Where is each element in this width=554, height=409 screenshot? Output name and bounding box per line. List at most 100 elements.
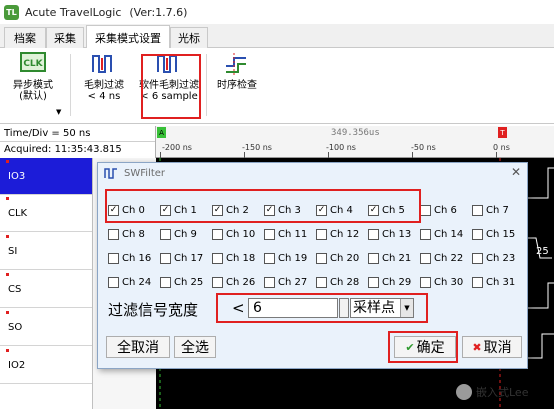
channel-checkbox[interactable]: Ch 6 (420, 204, 457, 217)
channel-checkbox[interactable]: Ch 12 (316, 228, 359, 241)
signal-row[interactable]: IO2 (0, 347, 92, 384)
checkbox-box[interactable] (316, 253, 327, 264)
channel-label: Ch 10 (226, 229, 256, 240)
glitch-filter-button[interactable]: 毛刺过滤 < 4 ns (76, 52, 132, 102)
tab-archive[interactable]: 档案 (4, 27, 46, 48)
async-mode-label: 异步模式 (13, 80, 53, 91)
channel-checkbox[interactable]: Ch 22 (420, 252, 463, 265)
filter-width-label: 过滤信号宽度 (108, 301, 199, 319)
signal-row[interactable]: CS (0, 271, 92, 308)
channel-checkbox[interactable]: Ch 7 (472, 204, 509, 217)
checkbox-box[interactable] (368, 277, 379, 288)
channel-checkbox[interactable]: Ch 20 (316, 252, 359, 265)
checkbox-box[interactable] (212, 277, 223, 288)
tab-cursor[interactable]: 光标 (170, 27, 208, 48)
channel-checkbox[interactable]: Ch 31 (472, 276, 515, 289)
checkbox-box[interactable] (472, 253, 483, 264)
channel-label: Ch 9 (174, 229, 197, 240)
checkbox-box[interactable] (264, 277, 275, 288)
checkbox-box[interactable] (368, 229, 379, 240)
channel-label: Ch 21 (382, 253, 412, 264)
channel-checkbox[interactable]: Ch 8 (108, 228, 145, 241)
channel-checkbox[interactable]: Ch 10 (212, 228, 255, 241)
channel-label: Ch 15 (486, 229, 516, 240)
channel-checkbox[interactable]: Ch 16 (108, 252, 151, 265)
channel-checkbox[interactable]: Ch 9 (160, 228, 197, 241)
channel-checkbox[interactable]: Ch 24 (108, 276, 151, 289)
checkbox-box[interactable] (316, 229, 327, 240)
waveform-value: 25 (536, 246, 549, 257)
checkbox-box[interactable] (160, 277, 171, 288)
swfilter-dialog: SWFilter ✕ ✓ Ch 0 ✓ Ch 1 ✓ Ch 2 ✓ Ch 3 ✓ Ch 4 ✓ Ch … (97, 162, 528, 369)
dialog-title: SWFilter (124, 167, 166, 179)
checkbox-box[interactable] (212, 229, 223, 240)
close-icon: ✖ (472, 340, 482, 354)
channel-checkbox[interactable]: Ch 13 (368, 228, 411, 241)
channel-label: Ch 16 (122, 253, 152, 264)
channel-checkbox[interactable]: Ch 29 (368, 276, 411, 289)
checkbox-box[interactable] (472, 229, 483, 240)
checkbox-box[interactable] (108, 253, 119, 264)
channel-checkbox[interactable]: Ch 11 (264, 228, 307, 241)
checkbox-box[interactable] (108, 277, 119, 288)
deselect-all-button[interactable]: 全取消 (106, 336, 170, 358)
checkbox-box[interactable] (472, 277, 483, 288)
checkbox-box[interactable] (316, 277, 327, 288)
checkbox-box[interactable] (212, 253, 223, 264)
glitch-filter-sub-label: < 4 ns (87, 91, 121, 102)
async-mode-sub-label: (默认) (19, 91, 47, 102)
timing-check-icon (226, 53, 246, 75)
async-mode-dropdown-icon[interactable]: ▼ (56, 108, 61, 116)
checkbox-box[interactable] (160, 253, 171, 264)
signal-row[interactable]: CLK (0, 195, 92, 232)
channel-checkbox[interactable]: Ch 18 (212, 252, 255, 265)
measurement-readout: 349.356us (331, 128, 380, 138)
channel-label: Ch 31 (486, 277, 516, 288)
tab-capture[interactable]: 采集 (46, 27, 84, 48)
channel-label: Ch 17 (174, 253, 204, 264)
ribbon-tabs: 档案 采集 采集模式设置 光标 (0, 24, 554, 49)
signal-row[interactable]: SO (0, 309, 92, 346)
channel-checkbox[interactable]: Ch 19 (264, 252, 307, 265)
timing-check-button[interactable]: 时序检查 (212, 52, 262, 91)
time-div-value: Time/Div = 50 ns (0, 126, 155, 142)
checkbox-box[interactable] (420, 253, 431, 264)
marker-a[interactable]: A (157, 127, 166, 138)
signal-row[interactable]: SI (0, 233, 92, 270)
channel-checkbox[interactable]: Ch 21 (368, 252, 411, 265)
checkbox-box[interactable] (108, 229, 119, 240)
channel-checkbox[interactable]: Ch 25 (160, 276, 203, 289)
cancel-button[interactable]: ✖ 取消 (462, 336, 522, 358)
checkbox-box[interactable] (420, 277, 431, 288)
checkbox-box[interactable] (420, 205, 431, 216)
tab-capture-mode-settings[interactable]: 采集模式设置 (86, 25, 170, 49)
async-mode-button[interactable]: CLK 异步模式 (默认) (8, 52, 58, 102)
channel-checkbox[interactable]: Ch 17 (160, 252, 203, 265)
channel-checkbox[interactable]: Ch 28 (316, 276, 359, 289)
channel-checkbox[interactable]: Ch 14 (420, 228, 463, 241)
ruler-label: -100 ns (326, 143, 356, 152)
checkbox-box[interactable] (160, 229, 171, 240)
channel-checkbox[interactable]: Ch 30 (420, 276, 463, 289)
checkbox-box[interactable] (472, 205, 483, 216)
ribbon-panel: CLK 异步模式 (默认) ▼ 毛刺过滤 < 4 ns 软件毛刺过滤 < 6 s… (0, 48, 554, 124)
channel-label: Ch 24 (122, 277, 152, 288)
channel-checkbox[interactable]: Ch 15 (472, 228, 515, 241)
channel-label: Ch 14 (434, 229, 464, 240)
glitch-filter-label: 毛刺过滤 (84, 80, 124, 91)
close-icon[interactable]: ✕ (511, 165, 521, 179)
checkbox-box[interactable] (368, 253, 379, 264)
channel-checkbox[interactable]: Ch 23 (472, 252, 515, 265)
checkbox-box[interactable] (264, 229, 275, 240)
clk-icon: CLK (20, 52, 46, 72)
time-div-panel: Time/Div = 50 ns Acquired: 11:35:43.815 (0, 126, 156, 158)
channel-label: Ch 30 (434, 277, 464, 288)
select-all-button[interactable]: 全选 (174, 336, 216, 358)
title-bar: TL Acute TravelLogic (Ver:1.7.6) (0, 0, 554, 24)
signal-row[interactable]: IO3 (0, 158, 92, 195)
marker-t[interactable]: T (498, 127, 507, 138)
channel-checkbox[interactable]: Ch 26 (212, 276, 255, 289)
checkbox-box[interactable] (264, 253, 275, 264)
checkbox-box[interactable] (420, 229, 431, 240)
channel-checkbox[interactable]: Ch 27 (264, 276, 307, 289)
